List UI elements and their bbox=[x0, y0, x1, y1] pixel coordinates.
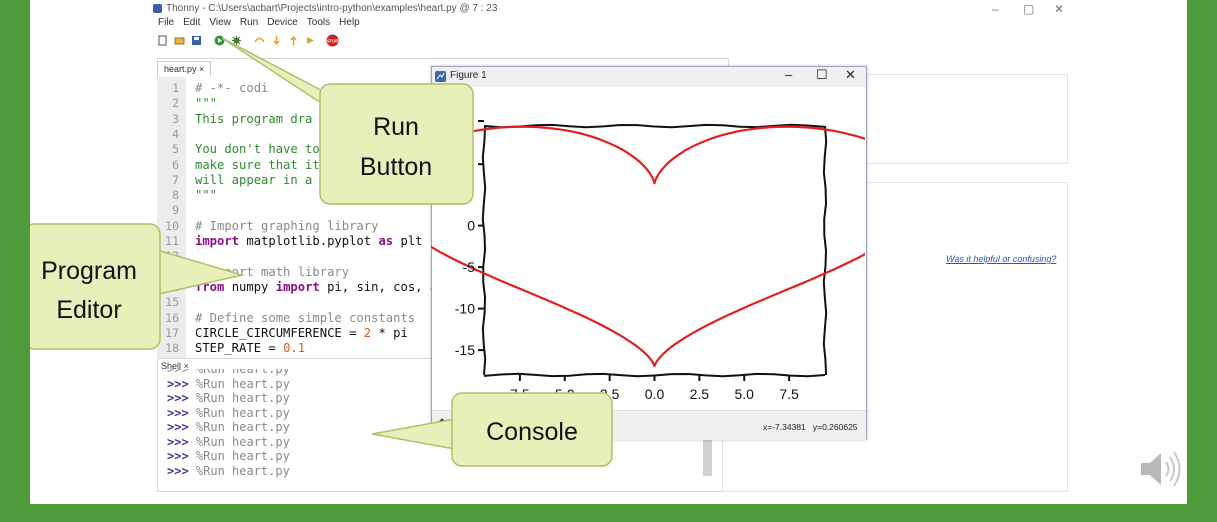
run-callout-box bbox=[319, 83, 474, 205]
shell-prompt: >>> bbox=[167, 463, 189, 478]
shell-prompt: >>> bbox=[167, 449, 189, 463]
shell-command: %Run heart.py bbox=[188, 376, 290, 391]
shell-line: >>> %Run heart.py bbox=[167, 377, 290, 392]
run-button-callout: Run Button bbox=[221, 37, 474, 205]
run-callout-text-1: Run bbox=[373, 113, 419, 141]
shell-command: %Run heart.py bbox=[188, 391, 290, 405]
shell-line: >>> %Run heart.py bbox=[167, 449, 290, 464]
shell-command: %Run heart.py bbox=[188, 434, 290, 449]
shell-line: >>> %Run heart.py bbox=[167, 391, 290, 406]
console-callout: Console bbox=[371, 392, 613, 467]
shell-prompt: >>> bbox=[167, 434, 189, 449]
editor-callout-pointer bbox=[149, 246, 245, 297]
shell-line: >>> %Run heart.py bbox=[167, 435, 290, 450]
shell-line: >>> %Run heart.py bbox=[167, 420, 290, 435]
console-callout-pointer bbox=[371, 417, 461, 451]
shell-command: %Run heart.py bbox=[188, 405, 290, 420]
speaker-icon[interactable] bbox=[1137, 446, 1183, 492]
shell-prompt: >>> bbox=[167, 420, 189, 434]
editor-callout-text-2: Editor bbox=[56, 296, 121, 324]
shell-line: >>> %Run heart.py bbox=[167, 406, 290, 421]
program-editor-callout: Program Editor bbox=[30, 223, 245, 350]
slide: Thonny - C:\Users\acbart\Projects\intro-… bbox=[30, 0, 1187, 504]
shell-prompt: >>> bbox=[167, 405, 189, 420]
shell-prompt: >>> bbox=[167, 376, 189, 391]
shell-line: >>> %Run heart.py bbox=[167, 464, 290, 479]
shell-command: %Run heart.py bbox=[188, 449, 290, 463]
editor-callout-text-1: Program bbox=[41, 257, 137, 285]
shell-command: %Run heart.py bbox=[188, 420, 290, 434]
shell-prompt: >>> bbox=[167, 391, 189, 405]
editor-callout-box bbox=[30, 223, 161, 350]
shell-command: %Run heart.py bbox=[188, 463, 290, 478]
run-callout-text-2: Button bbox=[360, 153, 432, 181]
console-callout-text: Console bbox=[486, 418, 578, 446]
